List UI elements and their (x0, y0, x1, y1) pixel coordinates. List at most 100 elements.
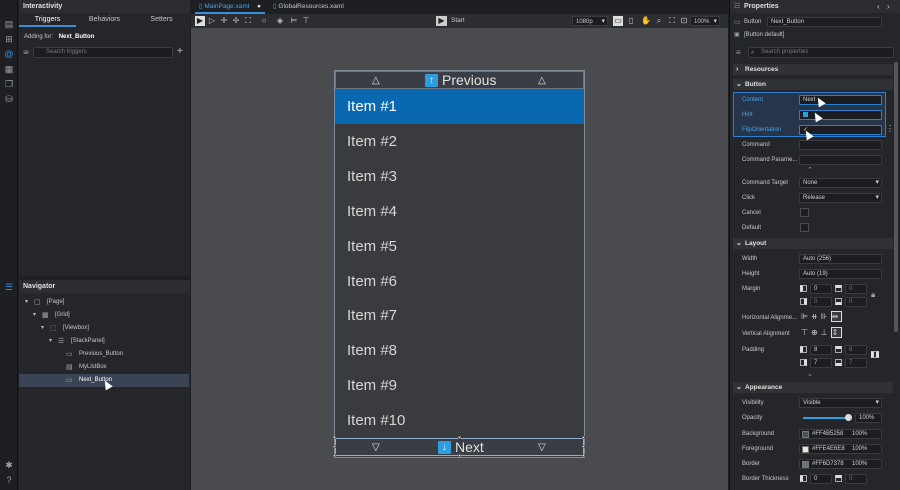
foreground-input[interactable]: #FFE4E6E8 100% (799, 444, 882, 454)
transform-tool-icon[interactable]: ⛶ (243, 16, 253, 26)
background-swatch[interactable] (802, 431, 809, 438)
ellipse-tool-icon[interactable]: ○ (259, 16, 269, 26)
default-checkbox[interactable] (800, 223, 809, 232)
list-item[interactable]: Item #5 (335, 229, 584, 264)
opacity-slider[interactable] (803, 417, 851, 419)
padding-right-input[interactable]: 7 (810, 358, 832, 368)
section-appearance[interactable]: ⌄ Appearance (733, 382, 893, 393)
halign-buttons[interactable]: ⊫⧺⊪⇹ (801, 311, 843, 322)
mobile-view-icon[interactable]: ▯ (626, 16, 636, 26)
selection-handle[interactable] (582, 445, 585, 448)
more-icon[interactable]: ⋮ (886, 124, 894, 133)
select-tool-icon[interactable]: ▶ (195, 16, 205, 26)
chevron-left-icon[interactable]: ‹ (877, 2, 880, 11)
add-icon[interactable]: ⊞ (4, 34, 14, 44)
resolution-select[interactable]: 1080p (572, 16, 608, 27)
hand-tool-icon[interactable]: ✋ (641, 16, 651, 26)
direct-select-icon[interactable]: ▷ (207, 16, 217, 26)
expand-chevron-icon[interactable]: ▾ (33, 309, 36, 322)
opacity-input[interactable]: 100% (855, 413, 882, 423)
foreground-swatch[interactable] (802, 446, 809, 453)
align-bottom-icon[interactable]: ⊥ (821, 328, 831, 337)
resources-icon[interactable]: ❐ (4, 79, 14, 89)
list-item[interactable]: Item #1 (335, 89, 584, 124)
command-input[interactable] (799, 140, 882, 150)
valign-buttons[interactable]: ⊤⊕⊥⇕ (801, 327, 843, 338)
border-input[interactable]: #FF6D7378 100% (799, 459, 882, 469)
align-icon[interactable]: ⊨ (289, 16, 299, 26)
align-center-icon[interactable]: ⧺ (811, 312, 821, 321)
start-label[interactable]: Start (451, 16, 465, 26)
filter-icon[interactable]: ≡ (736, 48, 741, 57)
opacity-slider-thumb[interactable] (845, 414, 852, 421)
list-item[interactable]: Item #2 (335, 124, 584, 159)
chevron-down-icon[interactable]: ⌄ (807, 370, 813, 378)
distribute-icon[interactable]: ⊤ (301, 16, 311, 26)
section-button[interactable]: ⌄ Button (733, 79, 893, 90)
search-properties-input[interactable]: Search properties (748, 47, 894, 58)
selection-handle[interactable] (333, 454, 336, 457)
background-input[interactable]: #FF4B5258 100% (799, 429, 882, 439)
align-stretch-icon[interactable]: ⇹ (830, 311, 843, 322)
pan-tool-icon[interactable]: ✛ (219, 16, 229, 26)
tab-setters[interactable]: Setters (133, 13, 190, 27)
tab-behaviors[interactable]: Behaviors (76, 13, 133, 27)
navigator-item[interactable]: ▭ Previous_Button (19, 348, 189, 361)
zoom-tool-icon[interactable]: ⌕ (654, 16, 664, 26)
align-right-icon[interactable]: ⊪ (821, 312, 831, 321)
search-triggers-input[interactable]: Search triggers (33, 47, 173, 58)
margin-bottom-input[interactable]: 0 (845, 297, 867, 307)
command-param-input[interactable] (799, 155, 882, 165)
zoom-select[interactable]: 100% (690, 16, 720, 27)
width-input[interactable]: Auto (256) (799, 254, 882, 264)
command-target-select[interactable]: None (799, 178, 882, 188)
navigator-item[interactable]: ▾ ▦ [Grid] (19, 309, 189, 322)
lock-icon[interactable]: 🔒︎ (871, 290, 875, 300)
section-resources[interactable]: › Resources (733, 64, 893, 75)
padding-top-input[interactable]: 8 (845, 345, 867, 355)
align-left-icon[interactable]: ⊫ (801, 312, 811, 321)
valign-stretch-icon[interactable]: ⇕ (830, 327, 843, 338)
expand-chevron-icon[interactable]: ▾ (25, 296, 28, 309)
tab-globalresources[interactable]: ▯ GlobalResources.xaml (269, 0, 348, 14)
interactivity-icon[interactable]: @ (4, 49, 14, 59)
selection-handle[interactable] (333, 436, 336, 439)
expand-chevron-icon[interactable]: ▾ (49, 335, 52, 348)
navigator-item[interactable]: ▾ ⬚ [Viewbox] (19, 322, 189, 335)
tab-mainpage[interactable]: ▯ MainPage.xaml ● (195, 0, 265, 14)
properties-scrollbar[interactable] (894, 62, 898, 332)
section-layout[interactable]: ⌄ Layout (733, 238, 893, 249)
chevron-right-icon[interactable]: › (887, 2, 890, 11)
navigator-item[interactable]: ▾ ▢ [Page] (19, 296, 189, 309)
style-value[interactable]: [Button default] (744, 32, 784, 38)
help-icon[interactable]: ? (4, 475, 14, 485)
margin-right-input[interactable]: 0 (810, 297, 832, 307)
click-select[interactable]: Release (799, 193, 882, 203)
bug-icon[interactable]: ✱ (4, 460, 14, 470)
cancel-checkbox[interactable] (800, 208, 809, 217)
chevron-up-icon[interactable]: ⌃ (807, 166, 813, 174)
align-middle-icon[interactable]: ⊕ (811, 328, 821, 337)
padding-link-icon[interactable] (871, 351, 879, 358)
pages-icon[interactable]: ▤ (4, 19, 14, 29)
previous-button[interactable]: △ ↑ Previous △ (335, 71, 584, 89)
border-swatch[interactable] (802, 461, 809, 468)
database-icon[interactable]: ⛁ (4, 94, 14, 104)
selection-handle[interactable] (458, 454, 461, 457)
content-input[interactable]: Next (799, 95, 882, 105)
fit-screen-icon[interactable]: ⛶ (667, 16, 677, 26)
list-item[interactable]: Item #9 (335, 368, 584, 403)
tab-triggers[interactable]: Triggers (19, 13, 76, 27)
padding-bottom-input[interactable]: 7 (845, 358, 867, 368)
selection-handle[interactable] (582, 436, 585, 439)
list-item[interactable]: Item #3 (335, 159, 584, 194)
visibility-select[interactable]: Visible (799, 398, 882, 408)
navigator-icon[interactable]: ☰ (4, 282, 14, 292)
align-top-icon[interactable]: ⊤ (801, 328, 811, 337)
margin-left-input[interactable]: 0 (810, 284, 832, 294)
selection-handle[interactable] (582, 454, 585, 457)
border-thickness-left-input[interactable]: 0 (810, 474, 832, 484)
navigator-item[interactable]: ▾ ☰ [StackPanel] (19, 335, 189, 348)
desktop-view-icon[interactable]: ▭ (613, 16, 623, 26)
add-trigger-button[interactable]: + (177, 46, 183, 57)
